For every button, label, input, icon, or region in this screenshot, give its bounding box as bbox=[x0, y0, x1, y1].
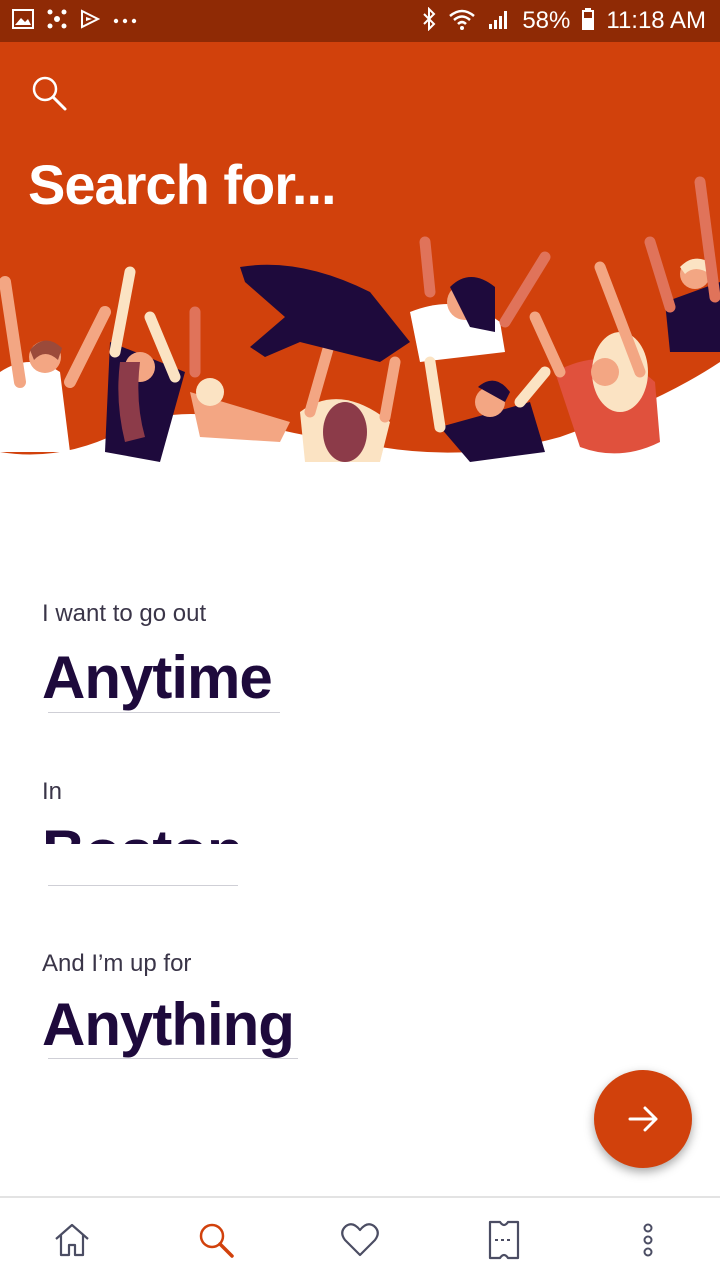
what-selector[interactable]: Anything bbox=[42, 991, 295, 1058]
clock: 11:18 AM bbox=[606, 7, 706, 34]
home-icon bbox=[55, 1223, 89, 1257]
where-selector[interactable]: Boston bbox=[42, 822, 243, 844]
search-icon bbox=[32, 76, 67, 111]
battery-icon bbox=[582, 7, 595, 35]
nav-search[interactable] bbox=[180, 1204, 252, 1276]
bottom-nav bbox=[0, 1196, 720, 1282]
play-icon bbox=[80, 8, 101, 34]
battery-percent: 58% bbox=[522, 7, 571, 34]
header-search-button[interactable] bbox=[26, 70, 72, 116]
what-underline bbox=[48, 1058, 298, 1059]
status-bar: 58% 11:18 AM bbox=[0, 0, 720, 42]
more-icon bbox=[643, 1223, 653, 1257]
when-label: I want to go out bbox=[42, 600, 207, 627]
where-label: In bbox=[42, 778, 63, 805]
wifi-icon bbox=[448, 7, 476, 36]
nav-likes[interactable] bbox=[324, 1204, 396, 1276]
when-selector[interactable]: Anytime bbox=[42, 644, 273, 711]
nav-tickets[interactable] bbox=[468, 1204, 540, 1276]
search-icon bbox=[199, 1223, 234, 1258]
status-left bbox=[12, 8, 138, 35]
signal-icon bbox=[488, 8, 510, 35]
what-label: And I’m up for bbox=[42, 950, 192, 977]
submit-search-button[interactable] bbox=[594, 1070, 692, 1168]
nav-home[interactable] bbox=[36, 1204, 108, 1276]
when-underline bbox=[48, 712, 280, 713]
arrow-right-icon bbox=[628, 1106, 658, 1132]
bluetooth-icon bbox=[422, 6, 436, 36]
heart-icon bbox=[341, 1223, 379, 1257]
gallery-icon bbox=[12, 8, 34, 34]
what-section: And I’m up for bbox=[42, 950, 191, 978]
where-underline bbox=[48, 885, 238, 886]
status-right: 58% 11:18 AM bbox=[422, 6, 706, 36]
hero-banner: Search for... bbox=[0, 42, 720, 492]
page-title: Search for... bbox=[28, 153, 337, 216]
more-dots-icon bbox=[112, 12, 138, 30]
nav-more[interactable] bbox=[612, 1204, 684, 1276]
what-value: Anything bbox=[42, 991, 295, 1058]
where-section: In bbox=[42, 778, 62, 806]
where-value: Boston bbox=[42, 822, 243, 844]
app-icon bbox=[46, 8, 68, 35]
ticket-icon bbox=[488, 1220, 520, 1260]
hero-illustration bbox=[0, 42, 720, 462]
when-section: I want to go out bbox=[42, 600, 206, 630]
when-value: Anytime bbox=[42, 644, 273, 711]
